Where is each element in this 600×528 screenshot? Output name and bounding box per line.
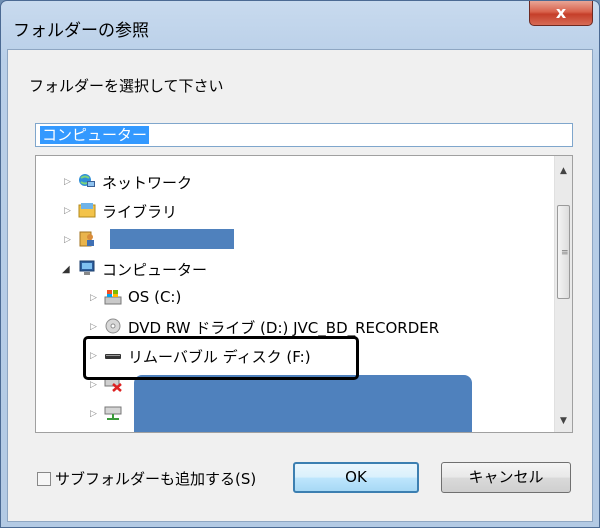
network-icon (79, 174, 95, 187)
expand-arrow-icon[interactable]: ▷ (90, 293, 97, 303)
scroll-up-icon[interactable]: ▲ (560, 166, 567, 176)
tree-item-label: DVD RW ドライブ (D:) JVC_BD_RECORDER (128, 319, 440, 337)
tree-item-computer[interactable]: ◢ コンピューター (36, 255, 536, 283)
ok-button[interactable]: OK (293, 462, 419, 493)
folder-tree[interactable]: ▷ ネットワーク ▷ ライブラリ ▷ ◢ コンピューター ▷ OS (C:) ▷… (35, 155, 573, 433)
redacted-label (134, 375, 472, 432)
scroll-down-icon[interactable]: ▼ (560, 416, 567, 426)
folder-path-input[interactable]: コンピューター (35, 123, 573, 147)
close-icon[interactable]: x (530, 3, 592, 22)
tree-item-network[interactable]: ▷ ネットワーク (36, 168, 536, 196)
tree-item-label: OS (C:) (128, 288, 182, 306)
expand-arrow-icon[interactable]: ▷ (64, 235, 71, 245)
tree-item-label: ネットワーク (102, 174, 193, 192)
library-icon (78, 203, 96, 218)
expand-arrow-icon[interactable]: ▷ (64, 177, 71, 187)
dvd-drive-icon (105, 318, 121, 334)
highlight-annotation (83, 336, 359, 380)
collapse-arrow-icon[interactable]: ◢ (62, 264, 70, 275)
folder-browse-dialog: フォルダーの参照 x フォルダーを選択して下さい コンピューター ▷ ネットワー… (0, 0, 600, 528)
include-subfolders-checkbox[interactable] (37, 472, 51, 486)
vertical-scrollbar[interactable]: ▲ ≡ ▼ (554, 156, 572, 432)
computer-icon (79, 260, 95, 275)
expand-arrow-icon[interactable]: ▷ (90, 380, 97, 390)
instruction-text: フォルダーを選択して下さい (29, 77, 224, 95)
tree-item-library[interactable]: ▷ ライブラリ (36, 197, 536, 225)
tree-item-label: コンピューター (102, 261, 208, 279)
include-subfolders-label[interactable]: サブフォルダーも追加する(S) (55, 468, 256, 489)
grip-icon: ≡ (561, 248, 569, 258)
windows-drive-icon (104, 290, 122, 305)
network-drive-icon (104, 406, 122, 420)
tree-item-label: ライブラリ (102, 203, 178, 221)
scrollbar-thumb[interactable]: ≡ (557, 205, 570, 299)
cancel-button[interactable]: キャンセル (441, 462, 571, 493)
expand-arrow-icon[interactable]: ▷ (64, 206, 71, 216)
expand-arrow-icon[interactable]: ▷ (90, 322, 97, 332)
dialog-title: フォルダーの参照 (13, 21, 149, 41)
folder-path-value[interactable]: コンピューター (40, 126, 150, 144)
expand-arrow-icon[interactable]: ▷ (90, 409, 97, 419)
close-button[interactable]: x (529, 1, 593, 26)
redacted-label (110, 229, 234, 249)
tree-item-drive-c[interactable]: ▷ OS (C:) (36, 284, 536, 312)
user-folder-icon (79, 231, 94, 247)
